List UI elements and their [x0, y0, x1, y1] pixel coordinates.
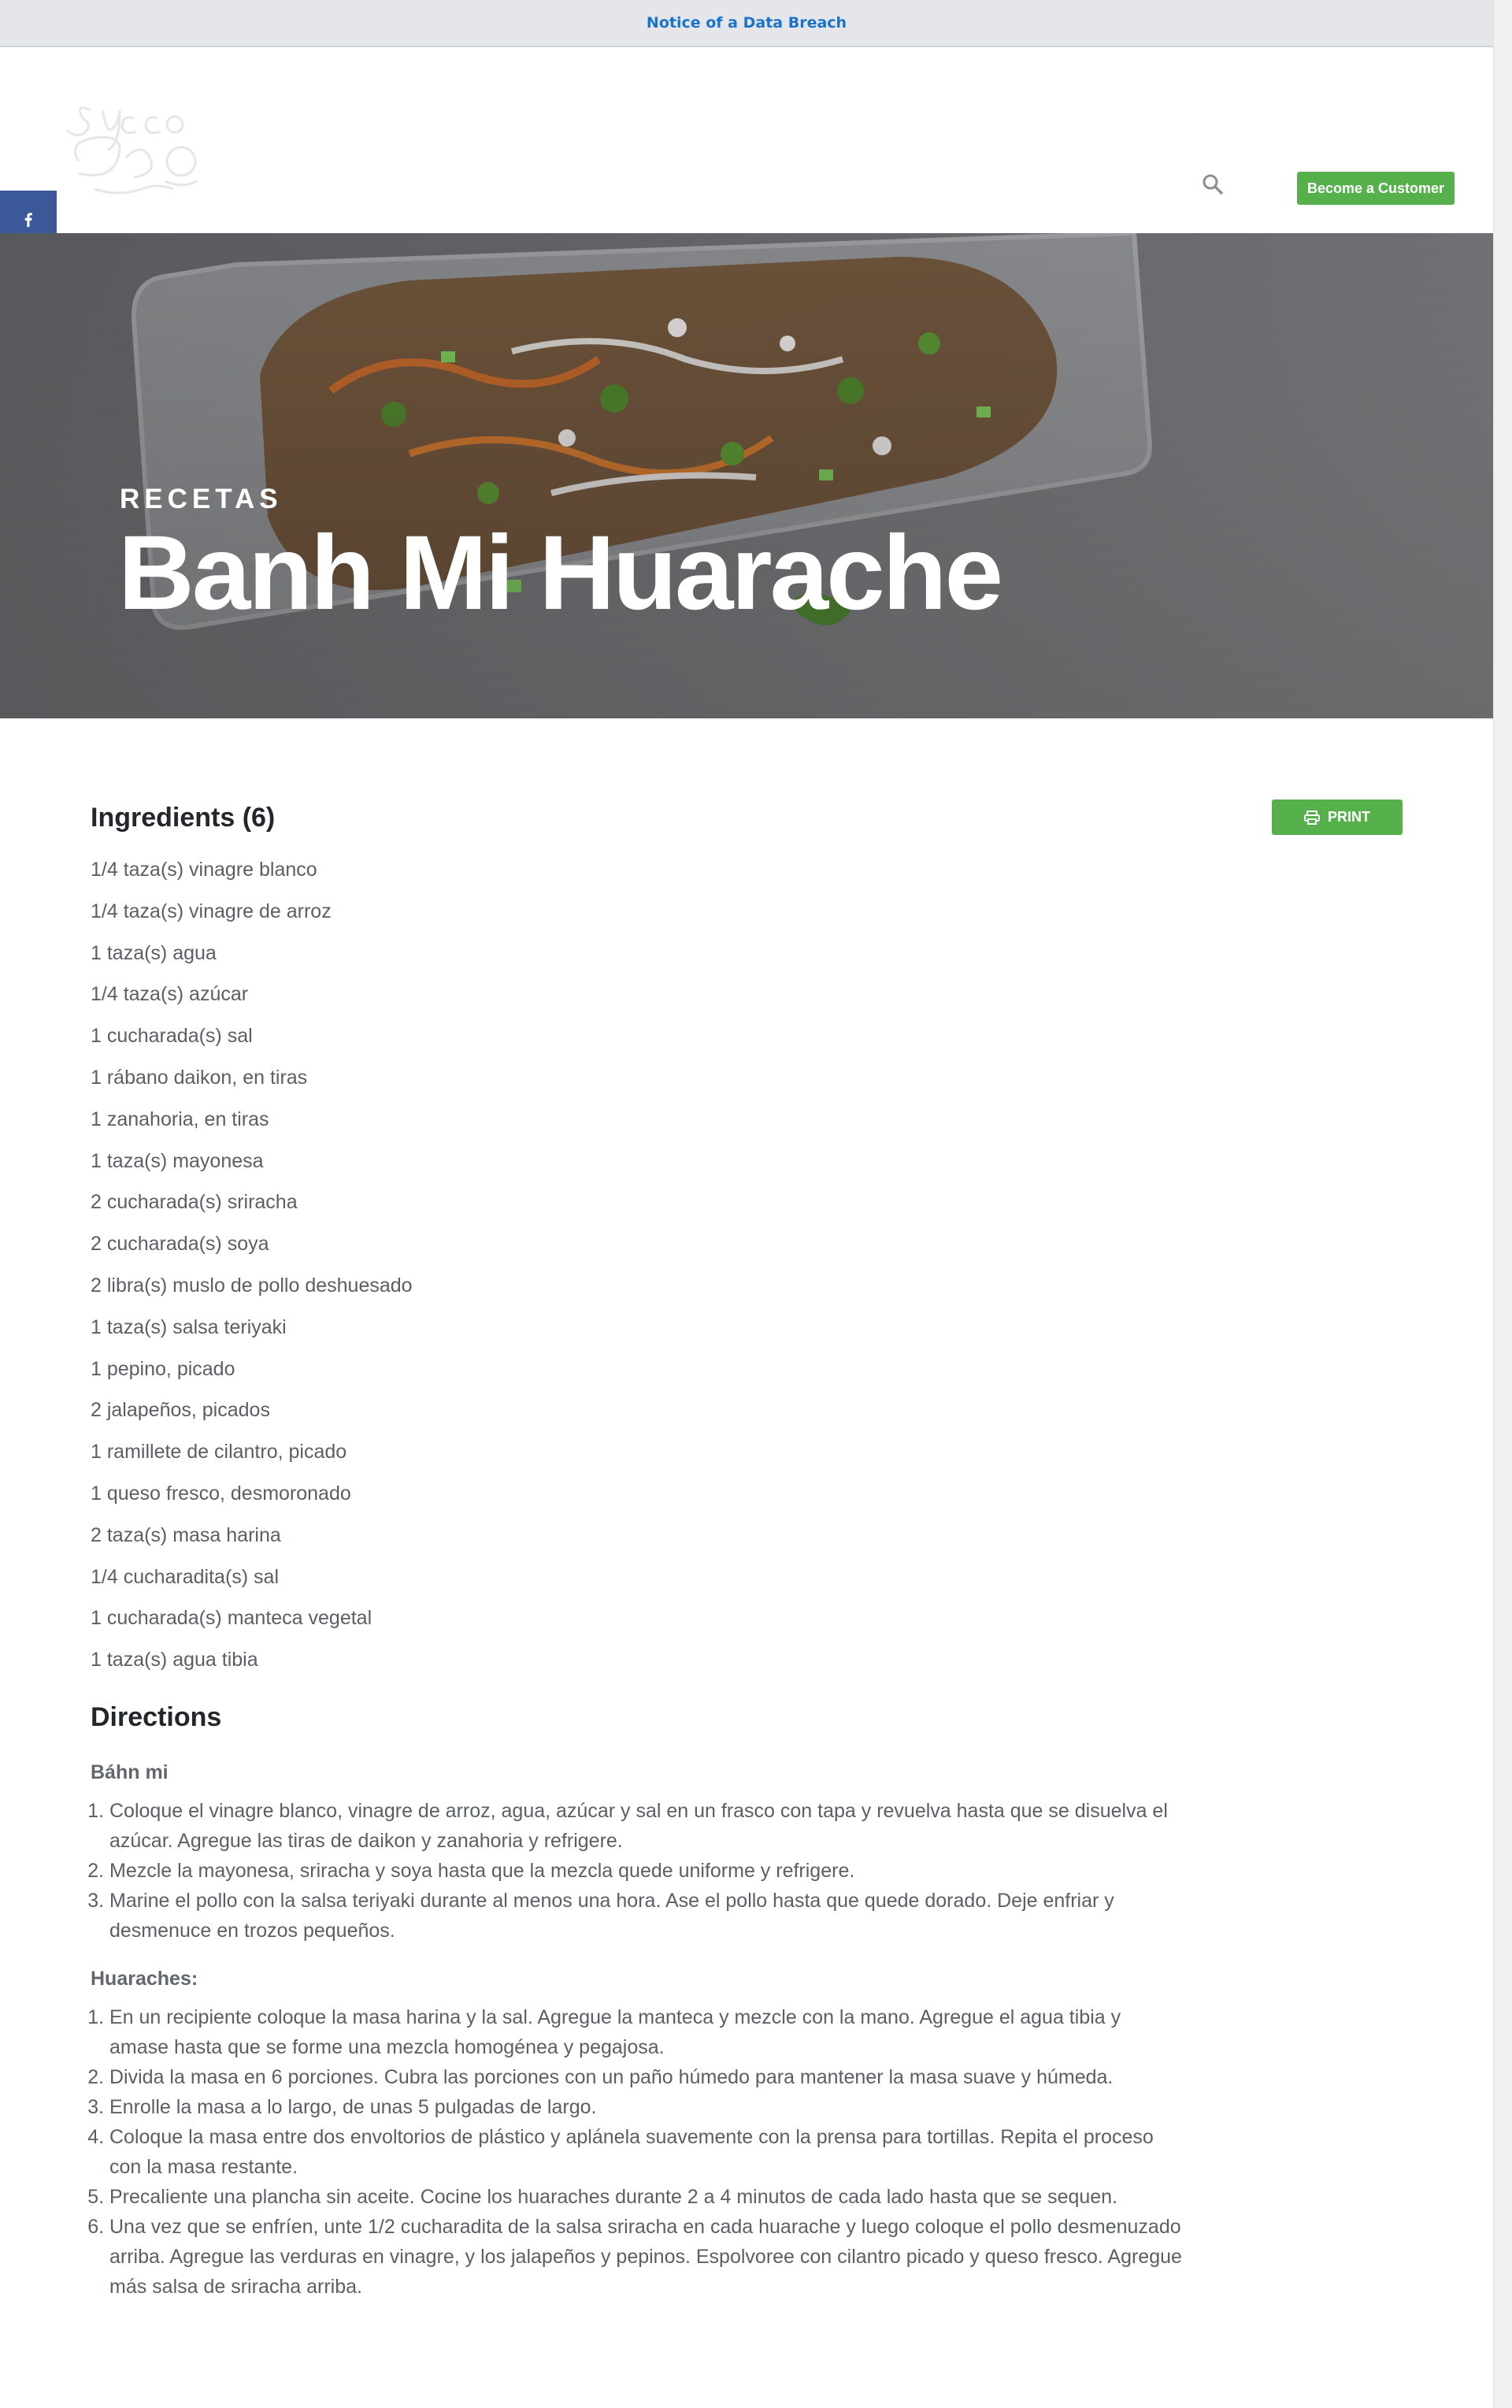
logo-image: [65, 106, 198, 195]
ingredient-item: 2 libra(s) muslo de pollo deshuesado: [91, 1274, 413, 1297]
ingredient-item: 1 taza(s) agua: [91, 941, 217, 964]
direction-step: Coloque el vinagre blanco, vinagre de ar…: [109, 1796, 1185, 1856]
ingredient-item: 1 zanahoria, en tiras: [91, 1108, 269, 1130]
direction-step: Coloque la masa entre dos envoltorios de…: [109, 2122, 1185, 2182]
data-breach-notice-link[interactable]: Notice of a Data Breach: [647, 14, 847, 32]
ingredient-item: 1 cucharada(s) sal: [91, 1025, 253, 1048]
ingredient-item: 1 ramillete de cilantro, picado: [91, 1441, 347, 1464]
ingredient-item: 1/4 cucharadita(s) sal: [91, 1565, 280, 1588]
print-button[interactable]: PRINT: [1272, 800, 1403, 835]
page-scrollbar[interactable]: [1493, 0, 1512, 2408]
page-title: Banh Mi Huarache: [118, 514, 1003, 632]
huaraches-heading: Huaraches:: [91, 1967, 198, 1990]
ingredient-item: 2 cucharada(s) soya: [91, 1233, 269, 1256]
printer-icon: [1304, 810, 1320, 825]
print-label: PRINT: [1328, 809, 1370, 825]
directions-heading: Directions: [91, 1701, 222, 1732]
ingredient-item: 1 taza(s) salsa teriyaki: [91, 1315, 287, 1338]
hero-food-image: [0, 233, 1493, 718]
ingredient-item: 1 queso fresco, desmoronado: [91, 1482, 351, 1505]
ingredient-item: 1/4 taza(s) azúcar: [91, 983, 249, 1006]
direction-step: Enrolle la masa a lo largo, de unas 5 pu…: [109, 2092, 1185, 2122]
ingredient-item: 1 cucharada(s) manteca vegetal: [91, 1607, 372, 1630]
direction-step: Una vez que se enfríen, unte 1/2 cuchara…: [109, 2212, 1185, 2302]
search-icon: [1203, 174, 1223, 195]
sysco-logo[interactable]: [47, 87, 228, 205]
huaraches-steps: En un recipiente coloque la masa harina …: [91, 2002, 1185, 2302]
ingredient-item: 1 taza(s) mayonesa: [91, 1149, 264, 1172]
ingredient-item: 1 pepino, picado: [91, 1357, 235, 1380]
site-header: Become a Customer: [0, 47, 1493, 233]
notice-bar: Notice of a Data Breach: [0, 0, 1493, 47]
banh-mi-steps: Coloque el vinagre blanco, vinagre de ar…: [91, 1796, 1185, 1946]
direction-step: En un recipiente coloque la masa harina …: [109, 2002, 1185, 2062]
become-customer-button[interactable]: Become a Customer: [1297, 172, 1455, 205]
ingredient-item: 2 taza(s) masa harina: [91, 1523, 281, 1546]
direction-step: Divida la masa en 6 porciones. Cubra las…: [109, 2062, 1185, 2092]
hero-banner: RECETAS Banh Mi Huarache: [0, 233, 1493, 718]
direction-step: Mezcle la mayonesa, sriracha y soya hast…: [109, 1856, 1185, 1886]
ingredient-item: 2 cucharada(s) sriracha: [91, 1191, 298, 1214]
ingredient-item: 2 jalapeños, picados: [91, 1399, 270, 1422]
ingredient-item: 1 taza(s) agua tibia: [91, 1649, 258, 1672]
recipe-content: Ingredients (6) 1/4 taza(s) vinagre blan…: [91, 796, 1185, 2302]
facebook-icon: [24, 213, 32, 227]
ingredient-item: 1 rábano daikon, en tiras: [91, 1066, 308, 1089]
ingredient-item: 1/4 taza(s) vinagre de arroz: [91, 900, 332, 922]
ingredient-item: 1/4 taza(s) vinagre blanco: [91, 859, 317, 881]
ingredients-heading: Ingredients (6): [91, 803, 276, 833]
direction-step: Precaliente una plancha sin aceite. Coci…: [109, 2182, 1185, 2212]
hero-category[interactable]: RECETAS: [120, 484, 283, 515]
direction-step: Marine el pollo con la salsa teriyaki du…: [109, 1886, 1185, 1946]
ingredients-list: 1/4 taza(s) vinagre blanco 1/4 taza(s) v…: [91, 849, 1185, 1681]
search-button[interactable]: [1200, 172, 1225, 197]
banh-mi-heading: Báhn mi: [91, 1761, 169, 1783]
